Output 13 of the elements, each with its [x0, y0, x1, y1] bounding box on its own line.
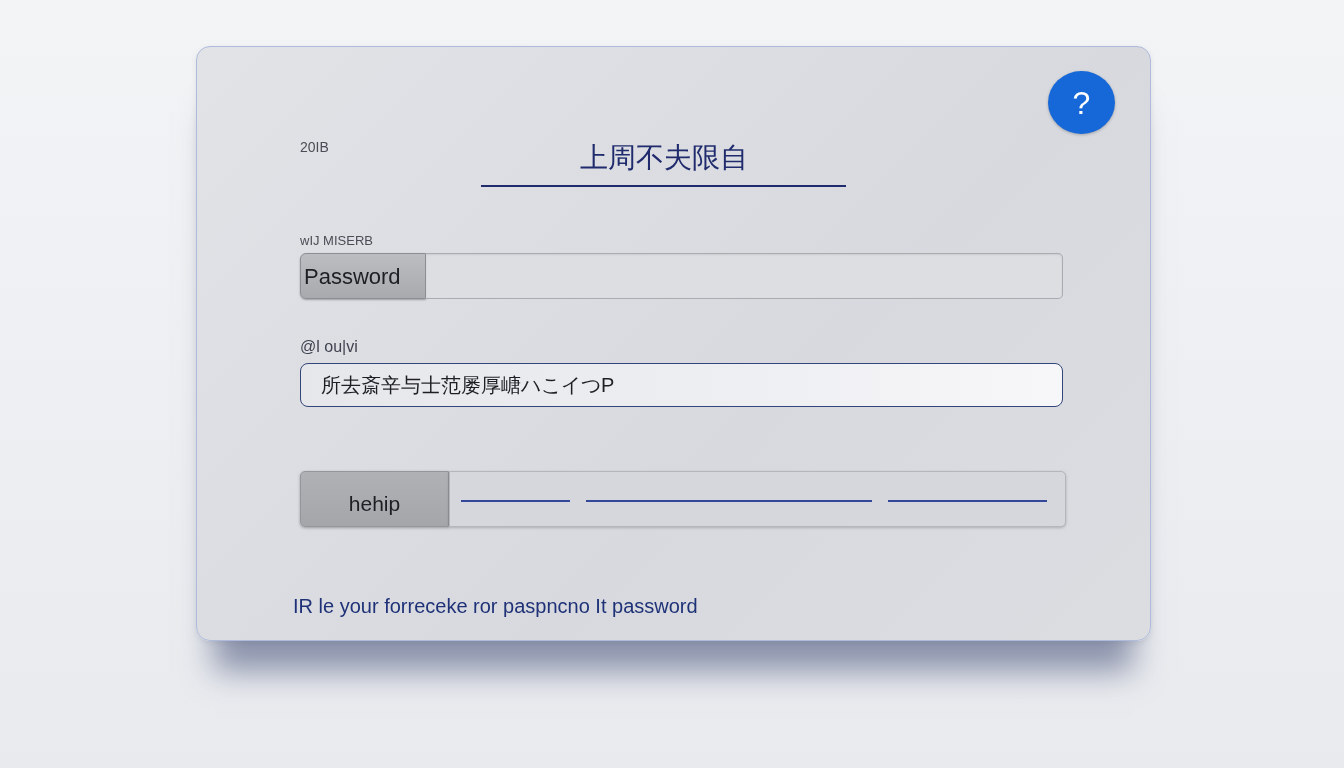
- text-field[interactable]: 所去斎辛与士范屡厚嵣ハこイつP: [300, 363, 1063, 407]
- footer-text: IR le your forreceke ror paspncno It password: [293, 594, 699, 618]
- corner-label: 20IB: [300, 139, 330, 157]
- fill-in-line[interactable]: [461, 500, 570, 502]
- help-button[interactable]: ?: [1048, 71, 1115, 134]
- password-field[interactable]: [426, 253, 1063, 299]
- secondary-button[interactable]: hehip: [300, 471, 449, 527]
- dialog-title: 上周不夫限自: [481, 141, 846, 187]
- input-addon: Password: [300, 253, 426, 299]
- fill-in-line[interactable]: [585, 500, 873, 502]
- field-label: wIJ MISERB: [300, 233, 374, 248]
- fill-in-line[interactable]: [888, 500, 1047, 502]
- field-label: @l ou|vi: [300, 338, 359, 356]
